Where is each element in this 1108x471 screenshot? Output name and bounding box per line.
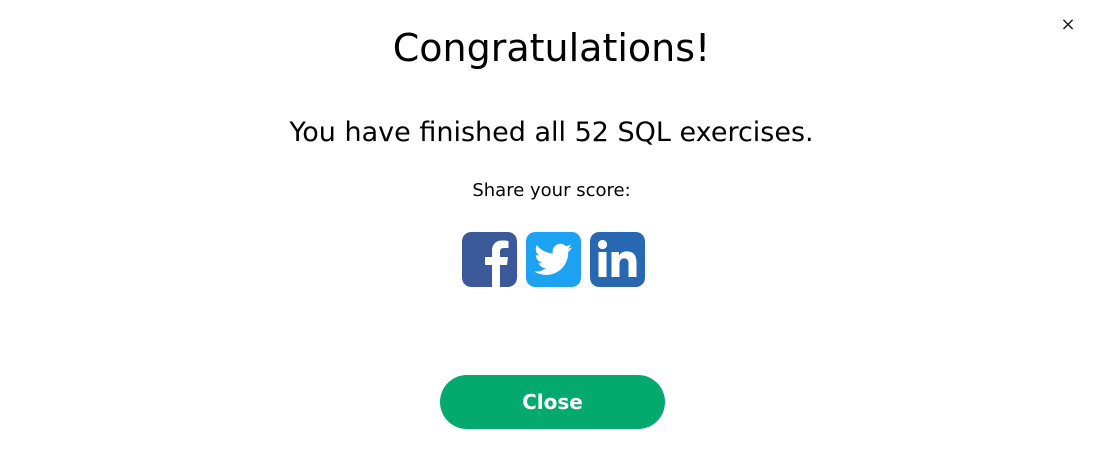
share-label: Share your score:	[472, 180, 631, 201]
facebook-share-button[interactable]	[462, 232, 517, 287]
twitter-icon	[526, 232, 581, 287]
twitter-share-button[interactable]	[526, 232, 581, 287]
social-share-buttons	[462, 232, 645, 287]
close-button[interactable]: Close	[440, 375, 665, 429]
modal-title: Congratulations!	[392, 26, 711, 70]
congratulations-modal: × Congratulations! You have finished all…	[0, 0, 1108, 471]
facebook-icon	[462, 232, 517, 287]
completion-message: You have finished all 52 SQL exercises.	[289, 117, 814, 148]
linkedin-icon	[590, 232, 645, 287]
linkedin-share-button[interactable]	[590, 232, 645, 287]
